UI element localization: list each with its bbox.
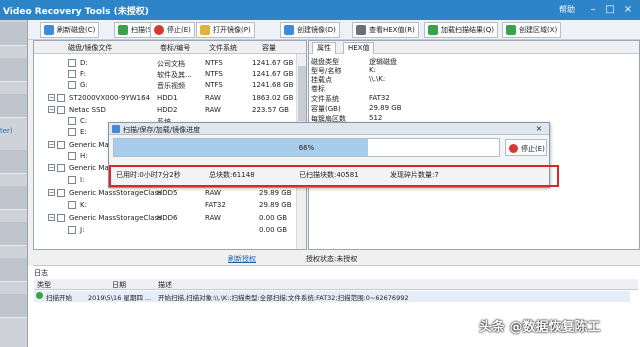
scroll-thumb[interactable] [298, 66, 306, 121]
log-label: 日志 [34, 269, 48, 277]
collapse-icon[interactable]: − [48, 94, 55, 101]
watermark: 头条 @数据恢复陈工 [479, 320, 601, 335]
property-row: 型号/名称 K: [311, 66, 376, 75]
collapse-icon[interactable]: − [48, 164, 55, 171]
property-row: 文件系统 FAT32 [311, 94, 390, 103]
table-row[interactable]: − Generic MassStorageClass HDD5 RAW 29.8… [34, 188, 296, 199]
progress-bar: 66% [113, 138, 500, 157]
col-label[interactable]: 卷标/编号 [160, 43, 190, 53]
refresh-disk-button[interactable]: 刷新磁盘(C) [40, 22, 100, 38]
tab-hex[interactable]: HEX值 [343, 42, 375, 54]
side-item[interactable] [0, 150, 27, 174]
property-row: 挂载点 \\.\K: [311, 75, 386, 84]
side-label: ter) [0, 127, 13, 135]
log-row[interactable]: 扫描开始 2019\5\16 星期四 ... 开始扫描,扫描对象:\\.\K:;… [34, 291, 630, 302]
close-icon[interactable]: × [621, 3, 635, 17]
checkbox[interactable] [57, 189, 65, 197]
info-icon [36, 292, 43, 299]
log-col-type[interactable]: 类型 [37, 280, 51, 290]
table-row[interactable]: J: 0.00 GB [34, 225, 296, 236]
window-title: Video Recovery Tools (未授权) [3, 7, 149, 17]
stop-button[interactable]: 停止(E) [150, 22, 195, 38]
checkbox[interactable] [57, 141, 65, 149]
scan-icon [118, 25, 128, 35]
dialog-title: 扫描/保存/加载/镜像进度 [123, 126, 201, 134]
side-item[interactable] [0, 258, 27, 282]
checkbox[interactable] [57, 94, 65, 102]
dialog-stop-button[interactable]: 停止(E) [505, 139, 547, 156]
view-hex-button[interactable]: 查看HEX值(R) [352, 22, 419, 38]
load-icon [428, 25, 438, 35]
col-size[interactable]: 容量 [262, 43, 276, 53]
stop-icon [154, 25, 164, 35]
log-header: 类型 日期 描述 [34, 279, 638, 290]
highlight-box [109, 165, 559, 187]
dialog-title-bar: 扫描/保存/加载/镜像进度 × [109, 123, 549, 135]
dialog-icon [112, 125, 120, 133]
side-item[interactable] [0, 58, 27, 82]
open-image-button[interactable]: 打开镜像(P) [196, 22, 255, 38]
property-row: 容量(GB) 29.89 GB [311, 104, 402, 113]
checkbox[interactable] [68, 128, 76, 136]
refresh-icon [44, 25, 54, 35]
col-fs[interactable]: 文件系统 [209, 43, 237, 53]
maximize-icon[interactable]: □ [603, 3, 617, 17]
hex-icon [356, 25, 366, 35]
property-row: 卷标 [311, 85, 325, 93]
left-side-strip: ter) [0, 20, 28, 347]
property-row: 磁盘类型 逻辑磁盘 [311, 58, 397, 66]
checkbox[interactable] [68, 117, 76, 125]
folder-icon [200, 25, 210, 35]
progress-percent: 66% [298, 144, 315, 152]
disk-image-icon [284, 25, 294, 35]
range-icon [506, 25, 516, 35]
stop-icon [509, 144, 518, 153]
log-col-date[interactable]: 日期 [112, 280, 126, 290]
collapse-icon[interactable]: − [48, 106, 55, 113]
side-item[interactable] [0, 294, 27, 318]
minimize-icon[interactable]: – [586, 3, 600, 17]
collapse-icon[interactable]: − [48, 189, 55, 196]
toolbar: 刷新磁盘(C) 扫描(S) 停止(E) 打开镜像(P) 创建镜像(D) 查看HE… [28, 20, 640, 40]
table-row[interactable]: − Generic MassStorageClass HDD6 RAW 0.00… [34, 213, 296, 224]
auth-status: 授权状态:未授权 [306, 255, 358, 263]
side-item[interactable] [0, 186, 27, 210]
checkbox[interactable] [68, 70, 76, 78]
table-row[interactable]: − Netac SSD HDD2 RAW 223.57 GB [34, 105, 296, 116]
table-row[interactable]: F: 软件及其... NTFS 1241.67 GB [34, 69, 296, 80]
help-menu[interactable]: 帮助 [559, 4, 575, 15]
checkbox[interactable] [68, 152, 76, 160]
checkbox[interactable] [68, 81, 76, 89]
table-row[interactable]: − ST2000VX000-9YW164 HDD1 RAW 1863.02 GB [34, 93, 296, 104]
dialog-close-icon[interactable]: × [533, 124, 545, 134]
col-disk[interactable]: 磁盘/镜像文件 [68, 43, 112, 53]
collapse-icon[interactable]: − [48, 214, 55, 221]
table-row[interactable]: G: 音乐视频 NTFS 1241.68 GB [34, 80, 296, 91]
auth-bar: 刷新授权 授权状态:未授权 [33, 250, 640, 266]
table-row[interactable]: K: FAT32 29.89 GB [34, 200, 296, 211]
checkbox[interactable] [68, 201, 76, 209]
create-range-button[interactable]: 创建区域(X) [502, 22, 562, 38]
checkbox[interactable] [57, 214, 65, 222]
side-item[interactable] [0, 222, 27, 246]
load-scan-button[interactable]: 加载扫描结果(Q) [424, 22, 498, 38]
title-bar: Video Recovery Tools (未授权) 帮助 – □ × [0, 0, 640, 20]
checkbox[interactable] [57, 164, 65, 172]
checkbox[interactable] [68, 59, 76, 67]
disk-table-header: 磁盘/镜像文件 卷标/编号 文件系统 容量 [34, 41, 306, 54]
collapse-icon[interactable]: − [48, 141, 55, 148]
create-image-button[interactable]: 创建镜像(D) [280, 22, 340, 38]
properties-tabs: 属性 HEX值 [309, 41, 639, 54]
side-item[interactable] [0, 22, 27, 46]
tab-properties[interactable]: 属性 [312, 42, 336, 54]
checkbox[interactable] [68, 226, 76, 234]
checkbox[interactable] [68, 176, 76, 184]
refresh-auth-link[interactable]: 刷新授权 [228, 254, 256, 264]
table-row[interactable]: D: 公司文档 NTFS 1241.67 GB [34, 58, 296, 69]
checkbox[interactable] [57, 106, 65, 114]
log-col-desc[interactable]: 描述 [158, 280, 172, 290]
side-item[interactable] [0, 94, 27, 118]
